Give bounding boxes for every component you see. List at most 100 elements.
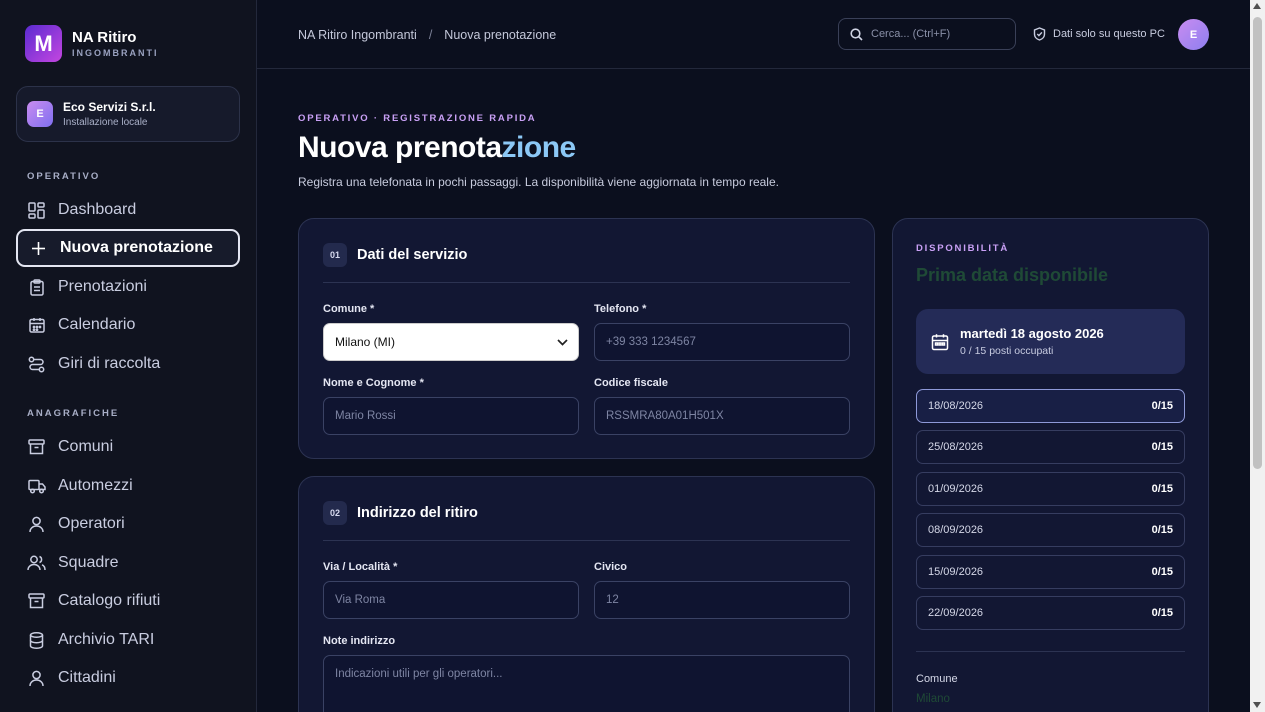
date-slot[interactable]: 18/08/2026 0/15 xyxy=(916,389,1185,423)
sidebar-item-label: Comuni xyxy=(58,438,114,455)
section-label-operativo: OPERATIVO xyxy=(27,171,101,182)
sidebar-item-label: Operatori xyxy=(58,515,125,532)
grid-icon xyxy=(27,201,46,220)
sidebar-item-label: Nuova prenotazione xyxy=(60,239,213,256)
sidebar-item-operatori[interactable]: Operatori xyxy=(16,505,240,543)
via-input[interactable]: Via Roma xyxy=(323,581,579,619)
scroll-down-arrow-icon[interactable] xyxy=(1253,702,1261,708)
page-title-main: Nuova prenota xyxy=(298,131,502,164)
sidebar-item-archivio-tari[interactable]: Archivio TARI xyxy=(16,621,240,659)
search-input[interactable]: Cerca... (Ctrl+F) xyxy=(838,18,1016,50)
availability-kicker: DISPONIBILITÀ xyxy=(916,243,1010,254)
slot-date: 25/08/2026 xyxy=(928,441,984,453)
first-available-date[interactable]: martedì 18 agosto 2026 0 / 15 posti occu… xyxy=(916,309,1185,374)
page-scrollbar[interactable] xyxy=(1250,0,1265,712)
page-title: Nuova prenotazione xyxy=(298,131,576,165)
slot-date: 22/09/2026 xyxy=(928,607,984,619)
divider xyxy=(323,282,850,283)
summary-comune-label: Comune xyxy=(916,673,958,685)
shield-check-icon xyxy=(1033,27,1046,41)
first-date-occupancy: 0 / 15 posti occupati xyxy=(960,345,1054,357)
page-subtitle: Registra una telefonata in pochi passagg… xyxy=(298,175,779,189)
comune-select-value: Milano (MI) xyxy=(335,335,396,349)
org-card[interactable]: E Eco Servizi S.r.l. Installazione local… xyxy=(16,86,240,142)
telefono-placeholder: +39 333 1234567 xyxy=(606,336,696,348)
nome-input[interactable]: Mario Rossi xyxy=(323,397,579,435)
sidebar-item-automezzi[interactable]: Automezzi xyxy=(16,467,240,505)
slot-count: 0/15 xyxy=(1151,483,1173,495)
sidebar-item-label: Archivio TARI xyxy=(58,631,155,648)
availability-title: Prima data disponibile xyxy=(916,265,1109,285)
clipboard-icon xyxy=(27,278,46,297)
sidebar-item-squadre[interactable]: Squadre xyxy=(16,544,240,582)
sidebar-item-catalogo-rifiuti[interactable]: Catalogo rifiuti xyxy=(16,582,240,620)
sidebar-item-label: Prenotazioni xyxy=(58,278,147,295)
sidebar-item-label: Automezzi xyxy=(58,477,133,494)
step-number: 02 xyxy=(323,501,347,525)
slot-count: 0/15 xyxy=(1151,607,1173,619)
sidebar-item-comuni[interactable]: Comuni xyxy=(16,428,240,466)
archive-icon xyxy=(27,438,46,457)
database-icon xyxy=(27,631,46,650)
date-slot[interactable]: 01/09/2026 0/15 xyxy=(916,472,1185,506)
brand-logo: M xyxy=(25,25,62,62)
slot-date: 15/09/2026 xyxy=(928,566,984,578)
org-subtitle: Installazione locale xyxy=(63,117,148,128)
telefono-label: Telefono * xyxy=(594,303,647,315)
sidebar-item-label: Giri di raccolta xyxy=(58,355,161,372)
slot-date: 18/08/2026 xyxy=(928,400,984,412)
local-data-label: Dati solo su questo PC xyxy=(1053,28,1165,40)
chevron-down-icon xyxy=(557,335,568,349)
telefono-input[interactable]: +39 333 1234567 xyxy=(594,323,850,361)
page-kicker: OPERATIVO · REGISTRAZIONE RAPIDA xyxy=(298,113,537,124)
nome-placeholder: Mario Rossi xyxy=(335,410,396,422)
breadcrumb-root[interactable]: NA Ritiro Ingombranti xyxy=(298,28,417,42)
brand[interactable]: M NA Ritiro INGOMBRANTI xyxy=(25,25,159,62)
note-textarea[interactable]: Indicazioni utili per gli operatori... xyxy=(323,655,850,712)
sidebar-item-label: Cittadini xyxy=(58,669,116,686)
comune-label: Comune * xyxy=(323,303,375,315)
calendar-icon xyxy=(27,316,46,335)
slot-date: 08/09/2026 xyxy=(928,524,984,536)
sidebar-item-label: Catalogo rifiuti xyxy=(58,592,161,609)
topbar: NA Ritiro Ingombranti / Nuova prenotazio… xyxy=(257,0,1250,69)
scroll-up-arrow-icon[interactable] xyxy=(1253,3,1261,9)
sidebar-item-cittadini[interactable]: Cittadini xyxy=(16,659,240,697)
search-placeholder: Cerca... (Ctrl+F) xyxy=(871,28,951,40)
route-icon xyxy=(27,355,46,374)
date-slot[interactable]: 08/09/2026 0/15 xyxy=(916,513,1185,547)
archive-icon xyxy=(27,592,46,611)
plus-icon xyxy=(29,239,48,258)
sidebar-item-giri-di-raccolta[interactable]: Giri di raccolta xyxy=(16,345,240,383)
section-label-anagrafiche: ANAGRAFICHE xyxy=(27,408,120,419)
via-label: Via / Località * xyxy=(323,561,398,573)
breadcrumb-current: Nuova prenotazione xyxy=(444,28,557,42)
note-placeholder: Indicazioni utili per gli operatori... xyxy=(335,668,503,680)
org-avatar: E xyxy=(27,101,53,127)
date-slot[interactable]: 25/08/2026 0/15 xyxy=(916,430,1185,464)
comune-select[interactable]: Milano (MI) xyxy=(323,323,579,361)
codice-fiscale-input[interactable]: RSSMRA80A01H501X xyxy=(594,397,850,435)
sidebar-item-nuova-prenotazione[interactable]: Nuova prenotazione xyxy=(16,229,240,267)
slot-count: 0/15 xyxy=(1151,400,1173,412)
scrollbar-thumb[interactable] xyxy=(1253,17,1262,469)
nome-label: Nome e Cognome * xyxy=(323,377,424,389)
date-slot[interactable]: 15/09/2026 0/15 xyxy=(916,555,1185,589)
users-icon xyxy=(27,554,46,573)
user-icon xyxy=(27,515,46,534)
step-number: 01 xyxy=(323,243,347,267)
civico-label: Civico xyxy=(594,561,628,573)
availability-panel: DISPONIBILITÀ Prima data disponibile mar… xyxy=(892,218,1209,712)
slot-count: 0/15 xyxy=(1151,441,1173,453)
sidebar-item-prenotazioni[interactable]: Prenotazioni xyxy=(16,268,240,306)
slot-count: 0/15 xyxy=(1151,566,1173,578)
slot-count: 0/15 xyxy=(1151,524,1173,536)
sidebar-item-calendario[interactable]: Calendario xyxy=(16,306,240,344)
civico-input[interactable]: 12 xyxy=(594,581,850,619)
user-avatar[interactable]: E xyxy=(1178,19,1209,50)
divider xyxy=(323,540,850,541)
codice-fiscale-placeholder: RSSMRA80A01H501X xyxy=(606,410,724,422)
sidebar-item-dashboard[interactable]: Dashboard xyxy=(16,191,240,229)
date-slot[interactable]: 22/09/2026 0/15 xyxy=(916,596,1185,630)
sidebar-item-label: Dashboard xyxy=(58,201,137,218)
